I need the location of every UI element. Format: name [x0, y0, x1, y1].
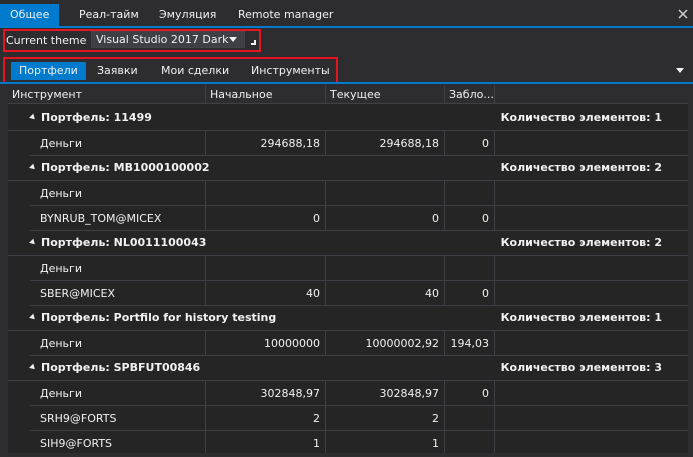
- cell-empty: [495, 281, 688, 306]
- column-header-initial[interactable]: Начальное: [206, 85, 326, 104]
- top-tab-underline: [0, 26, 693, 28]
- group-title: Портфель: Portfilo for history testing: [41, 311, 277, 324]
- cell-instrument: Деньги: [30, 181, 206, 206]
- cell-empty: [495, 131, 688, 156]
- group-count: Количество элементов: 1: [500, 311, 662, 324]
- table-row[interactable]: Деньги: [8, 181, 688, 206]
- close-icon[interactable]: [677, 8, 689, 20]
- cell-current: 10000002,92: [326, 331, 445, 356]
- cell-initial: 294688,18: [206, 131, 326, 156]
- cell-initial: 2: [206, 406, 326, 431]
- cell-blocked: 0: [445, 381, 495, 406]
- table-row[interactable]: Деньги: [8, 256, 688, 281]
- cell-empty: [495, 406, 688, 431]
- tab-remote-manager[interactable]: Remote manager: [228, 4, 343, 27]
- cell-instrument: SBER@MICEX: [30, 281, 206, 306]
- cell-initial: 0: [206, 206, 326, 231]
- cell-initial: [206, 181, 326, 206]
- cell-current: 40: [326, 281, 445, 306]
- expand-triangle-icon[interactable]: [29, 313, 37, 322]
- expand-triangle-icon[interactable]: [29, 163, 37, 172]
- tab-portfolios[interactable]: Портфели: [11, 62, 86, 80]
- cell-instrument: SIH9@FORTS: [30, 431, 206, 453]
- cell-current: [326, 256, 445, 281]
- cell-initial: [206, 256, 326, 281]
- cell-current: 0: [326, 206, 445, 231]
- cell-blocked: [445, 181, 495, 206]
- cell-initial: 302848,97: [206, 381, 326, 406]
- cell-empty: [495, 331, 688, 356]
- cell-instrument: Деньги: [30, 131, 206, 156]
- cell-instrument: Деньги: [30, 381, 206, 406]
- expand-triangle-icon[interactable]: [29, 238, 37, 247]
- table-row[interactable]: Деньги 10000000 10000002,92 194,03: [8, 331, 688, 356]
- top-tab-bar: Общее Реал-тайм Эмуляция Remote manager: [0, 0, 693, 27]
- cell-empty: [495, 431, 688, 453]
- cell-instrument: Деньги: [30, 331, 206, 356]
- group-row[interactable]: Портфель: Portfilo for history testing Ко…: [8, 306, 688, 331]
- theme-dropdown-value: Visual Studio 2017 Dark: [96, 33, 229, 46]
- group-title: Портфель: SPBFUT00846: [41, 361, 201, 374]
- group-count: Количество элементов: 2: [500, 236, 662, 249]
- group-row[interactable]: Портфель: 11499 Количество элементов: 1: [8, 106, 688, 131]
- group-title: Портфель: 11499: [41, 111, 152, 124]
- expand-triangle-icon[interactable]: [29, 363, 37, 372]
- grid-header: Инструмент Начальное Текущее Забло...: [8, 85, 688, 104]
- tab-instruments[interactable]: Инструменты: [243, 62, 338, 80]
- resize-grip-icon[interactable]: [251, 40, 256, 45]
- group-count: Количество элементов: 1: [500, 111, 662, 124]
- expand-triangle-icon[interactable]: [29, 113, 37, 122]
- group-row[interactable]: Портфель: NL0011100043 Количество элемент…: [8, 231, 688, 256]
- group-row[interactable]: Портфель: MB1000100002 Количество элемент…: [8, 156, 688, 181]
- tab-my-trades[interactable]: Мои сделки: [153, 62, 237, 80]
- table-row[interactable]: SRH9@FORTS 2 2: [8, 406, 688, 431]
- tab-realtime[interactable]: Реал-тайм: [69, 4, 149, 27]
- cell-current: 2: [326, 406, 445, 431]
- chevron-down-icon[interactable]: [676, 68, 684, 73]
- chevron-down-icon[interactable]: [229, 37, 237, 42]
- theme-label: Current theme: [6, 34, 87, 47]
- column-header-instrument[interactable]: Инструмент: [8, 85, 206, 104]
- table-row[interactable]: Деньги 302848,97 302848,97 0: [8, 381, 688, 406]
- cell-current: 1: [326, 431, 445, 453]
- cell-blocked: 0: [445, 206, 495, 231]
- inner-tab-underline: [0, 82, 693, 84]
- cell-blocked: [445, 431, 495, 453]
- table-row[interactable]: SIH9@FORTS 1 1: [8, 431, 688, 453]
- cell-empty: [495, 181, 688, 206]
- cell-blocked: [445, 256, 495, 281]
- table-row[interactable]: BYNRUB_TOM@MICEX 0 0 0: [8, 206, 688, 231]
- cell-initial: 10000000: [206, 331, 326, 356]
- group-count: Количество элементов: 2: [500, 161, 662, 174]
- table-row[interactable]: SBER@MICEX 40 40 0: [8, 281, 688, 306]
- portfolio-grid: Инструмент Начальное Текущее Забло... По…: [8, 85, 688, 453]
- cell-empty: [495, 256, 688, 281]
- cell-initial: 40: [206, 281, 326, 306]
- cell-blocked: 0: [445, 131, 495, 156]
- tab-general[interactable]: Общее: [0, 4, 60, 27]
- cell-current: [326, 181, 445, 206]
- group-count: Количество элементов: 3: [500, 361, 662, 374]
- tab-emulation[interactable]: Эмуляция: [149, 4, 226, 27]
- cell-instrument: BYNRUB_TOM@MICEX: [30, 206, 206, 231]
- cell-current: 302848,97: [326, 381, 445, 406]
- group-title: Портфель: MB1000100002: [41, 161, 210, 174]
- group-title: Портфель: NL0011100043: [41, 236, 207, 249]
- cell-instrument: SRH9@FORTS: [30, 406, 206, 431]
- cell-blocked: 0: [445, 281, 495, 306]
- cell-blocked: 194,03: [445, 331, 495, 356]
- tab-orders[interactable]: Заявки: [89, 62, 146, 80]
- column-header-blocked[interactable]: Забло...: [445, 85, 495, 104]
- cell-blocked: [445, 406, 495, 431]
- table-row[interactable]: Деньги 294688,18 294688,18 0: [8, 131, 688, 156]
- cell-initial: 1: [206, 431, 326, 453]
- column-header-current[interactable]: Текущее: [326, 85, 445, 104]
- cell-current: 294688,18: [326, 131, 445, 156]
- group-row[interactable]: Портфель: SPBFUT00846 Количество элементо…: [8, 356, 688, 381]
- cell-instrument: Деньги: [30, 256, 206, 281]
- cell-empty: [495, 206, 688, 231]
- cell-empty: [495, 381, 688, 406]
